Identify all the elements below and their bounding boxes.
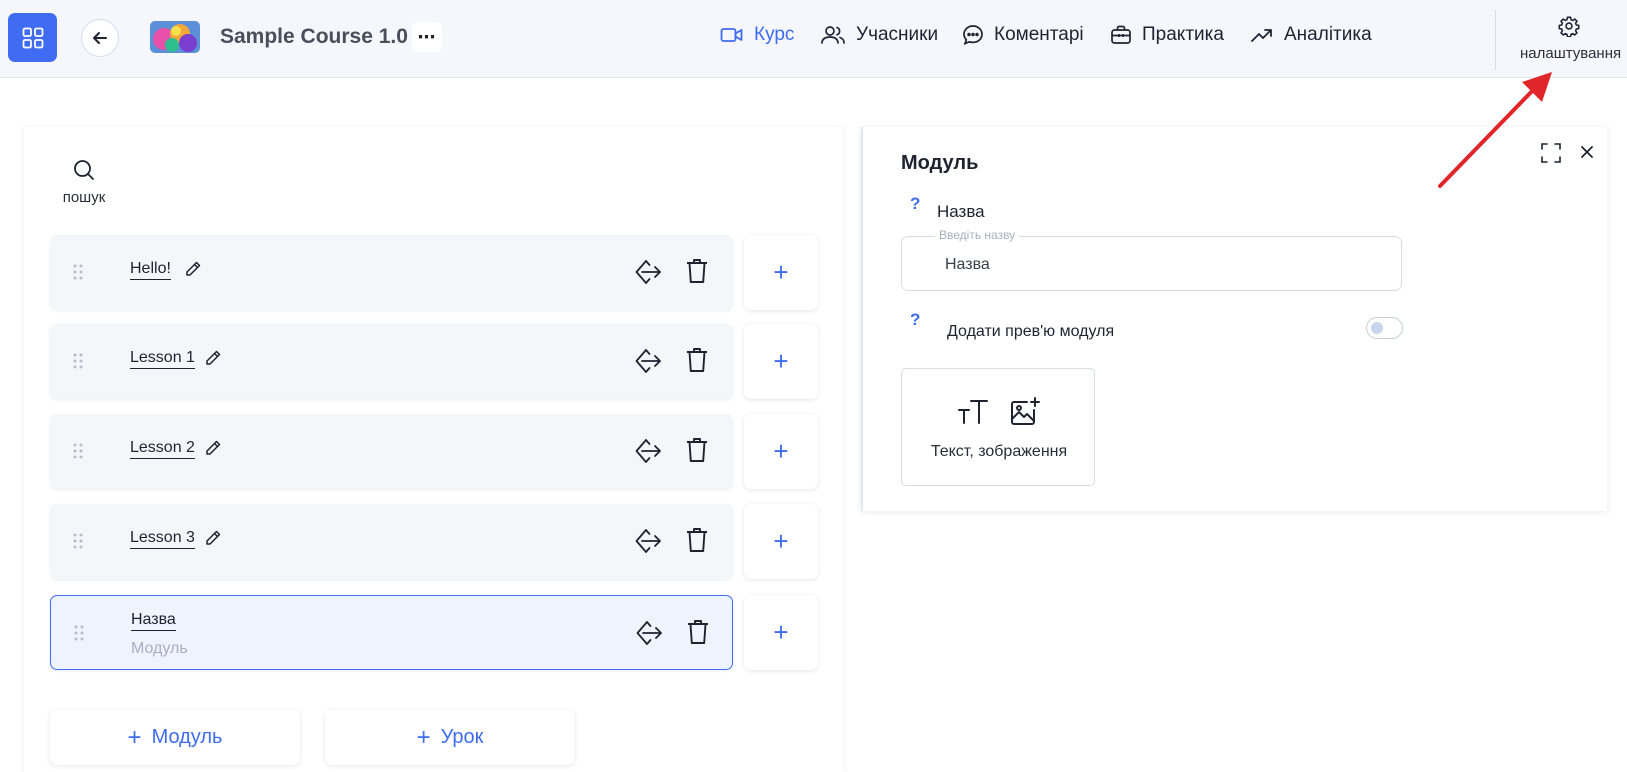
toggle-knob [1371, 322, 1383, 334]
move-icon[interactable] [634, 437, 662, 465]
name-field-value: Назва [945, 256, 990, 273]
search-label: пошук [62, 189, 106, 206]
edit-pencil-icon[interactable] [204, 529, 222, 547]
add-module-label: Модуль [151, 726, 223, 748]
annotation-arrow [1438, 72, 1552, 188]
help-icon[interactable]: ? [910, 194, 920, 214]
close-icon[interactable] [1579, 144, 1595, 160]
add-image-icon [1011, 397, 1040, 425]
add-item-button[interactable]: + [744, 414, 818, 489]
add-lesson-label: Урок [440, 726, 484, 748]
list-item[interactable]: Lesson 3 [50, 504, 733, 579]
course-structure-panel: пошук Hello! + Lesson 1 + Lesson 2 + Les… [24, 127, 843, 772]
move-icon[interactable] [635, 619, 663, 647]
edit-pencil-icon[interactable] [204, 349, 222, 367]
arrow-left-icon [93, 32, 107, 44]
drag-handle-icon[interactable] [72, 532, 84, 550]
trash-icon[interactable] [685, 436, 709, 464]
text-image-block-button[interactable]: Текст, зображення [901, 368, 1095, 486]
users-icon [821, 26, 845, 44]
edit-pencil-icon[interactable] [184, 260, 202, 278]
item-title[interactable]: Lesson 3 [130, 529, 195, 549]
gear-icon [1558, 16, 1580, 37]
apps-menu-button[interactable] [8, 13, 57, 62]
help-icon[interactable]: ? [910, 310, 920, 330]
drag-handle-icon[interactable] [73, 624, 85, 642]
trash-icon[interactable] [685, 526, 709, 554]
move-icon[interactable] [634, 347, 662, 375]
add-item-button[interactable]: + [744, 504, 818, 579]
item-title[interactable]: Назва [131, 611, 176, 631]
add-item-button[interactable]: + [744, 324, 818, 399]
preview-toggle-label: Додати прев'ю модуля [947, 323, 1115, 340]
add-lesson-button[interactable]: + Урок [325, 710, 575, 765]
back-button[interactable] [81, 19, 119, 57]
plus-icon: + [127, 723, 142, 751]
drag-handle-icon[interactable] [72, 442, 84, 460]
course-title: Sample Course 1.0 [220, 25, 408, 48]
settings-label: налаштування [1520, 45, 1622, 62]
nav-tab-label: Учасники [856, 24, 939, 45]
grid-icon [22, 27, 43, 48]
item-title[interactable]: Hello! [130, 260, 171, 280]
module-name-field[interactable]: Введіть назву Назва [901, 228, 1402, 291]
search-icon [74, 160, 94, 180]
search-button[interactable]: пошук [59, 159, 109, 206]
comment-icon [963, 25, 983, 45]
briefcase-icon [1111, 25, 1131, 44]
course-thumbnail [150, 21, 200, 53]
list-item[interactable]: Lesson 2 [50, 414, 733, 489]
item-title[interactable]: Lesson 2 [130, 439, 195, 459]
trash-icon[interactable] [685, 257, 709, 285]
panel-title: Модуль [901, 152, 979, 174]
add-item-button[interactable]: + [744, 235, 818, 310]
nav-tab-participants[interactable]: Учасники [820, 24, 938, 46]
nav-tab-course[interactable]: Курс [720, 24, 794, 46]
drag-handle-icon[interactable] [72, 352, 84, 370]
list-item[interactable]: Lesson 1 [50, 324, 733, 399]
nav-tab-practice[interactable]: Практика [1110, 24, 1224, 46]
top-bar: Sample Course 1.0 ⋯ Курс Учасники Комент… [0, 0, 1627, 78]
add-item-button[interactable]: + [744, 595, 818, 670]
nav-tab-label: Аналітика [1284, 24, 1372, 45]
list-item-selected-module[interactable]: Назва Модуль [50, 595, 733, 670]
name-label: Назва [937, 202, 985, 221]
add-module-button[interactable]: + Модуль [50, 710, 300, 765]
item-title[interactable]: Lesson 1 [130, 349, 195, 369]
trend-icon [1251, 29, 1272, 42]
list-item[interactable]: Hello! [50, 235, 733, 310]
item-subtitle: Модуль [131, 640, 188, 657]
move-icon[interactable] [634, 527, 662, 555]
video-icon [720, 28, 743, 42]
edit-pencil-icon[interactable] [204, 439, 222, 457]
move-icon[interactable] [634, 258, 662, 286]
more-options-button[interactable]: ⋯ [412, 22, 442, 52]
text-image-block-label: Текст, зображення [930, 443, 1068, 460]
trash-icon[interactable] [685, 346, 709, 374]
nav-tab-label: Практика [1142, 24, 1224, 45]
trash-icon[interactable] [686, 618, 710, 646]
text-size-icon [958, 400, 988, 424]
name-field-legend: Введіть назву [935, 228, 1020, 242]
nav-tab-comments[interactable]: Коментарі [962, 24, 1084, 46]
nav-tab-label: Курс [754, 24, 795, 45]
preview-toggle[interactable] [1366, 317, 1403, 339]
nav-tab-analytics[interactable]: Аналітика [1250, 24, 1372, 46]
nav-tab-label: Коментарі [994, 24, 1084, 45]
plus-icon: + [416, 723, 431, 751]
drag-handle-icon[interactable] [72, 263, 84, 281]
settings-button[interactable]: налаштування [1495, 10, 1627, 70]
